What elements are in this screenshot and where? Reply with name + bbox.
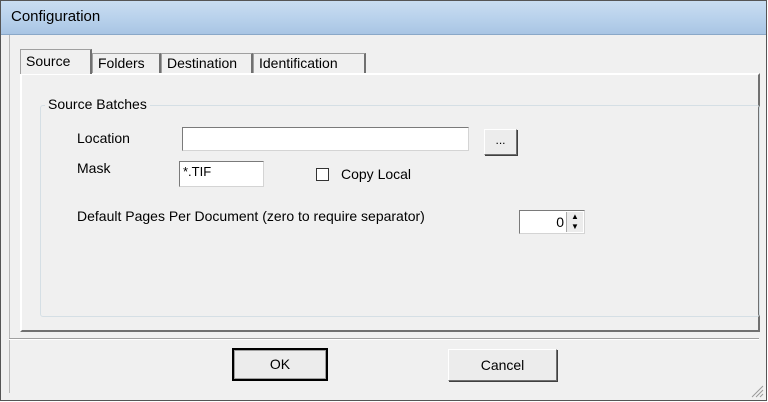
browse-button[interactable]: ... <box>484 129 517 155</box>
location-field[interactable] <box>182 127 469 151</box>
mask-label: Mask <box>77 160 111 176</box>
tab-folders[interactable]: Folders <box>92 53 161 73</box>
source-tab-panel: Source Batches Location ... Mask *.TIF C… <box>20 73 760 332</box>
resize-grip-icon[interactable] <box>750 384 764 398</box>
configuration-dialog: Configuration Source Folders Destination… <box>0 0 767 401</box>
default-pages-value[interactable]: 0 <box>556 214 564 230</box>
spin-down-arrow-icon[interactable]: ▼ <box>567 222 583 232</box>
tab-destination[interactable]: Destination <box>161 53 253 73</box>
default-pages-spinner[interactable]: 0 ▲ ▼ <box>519 210 585 234</box>
copy-local-checkbox[interactable] <box>316 168 329 181</box>
copy-local-label[interactable]: Copy Local <box>341 166 411 182</box>
location-label: Location <box>77 130 130 146</box>
spinner-arrows: ▲ ▼ <box>566 212 583 232</box>
source-batches-group: Source Batches Location ... Mask *.TIF C… <box>40 96 760 317</box>
cancel-button[interactable]: Cancel <box>448 349 557 381</box>
tab-identification[interactable]: Identification <box>253 53 366 73</box>
tab-source[interactable]: Source <box>20 49 92 74</box>
mask-field[interactable]: *.TIF <box>179 161 264 187</box>
button-bar-separator <box>9 338 759 340</box>
ok-button-label[interactable]: OK <box>234 350 326 379</box>
title-bar[interactable]: Configuration <box>1 1 766 35</box>
window-title: Configuration <box>11 8 101 25</box>
group-title: Source Batches <box>45 96 150 112</box>
ok-button[interactable]: OK <box>232 348 328 381</box>
default-pages-label: Default Pages Per Document (zero to requ… <box>77 208 425 224</box>
